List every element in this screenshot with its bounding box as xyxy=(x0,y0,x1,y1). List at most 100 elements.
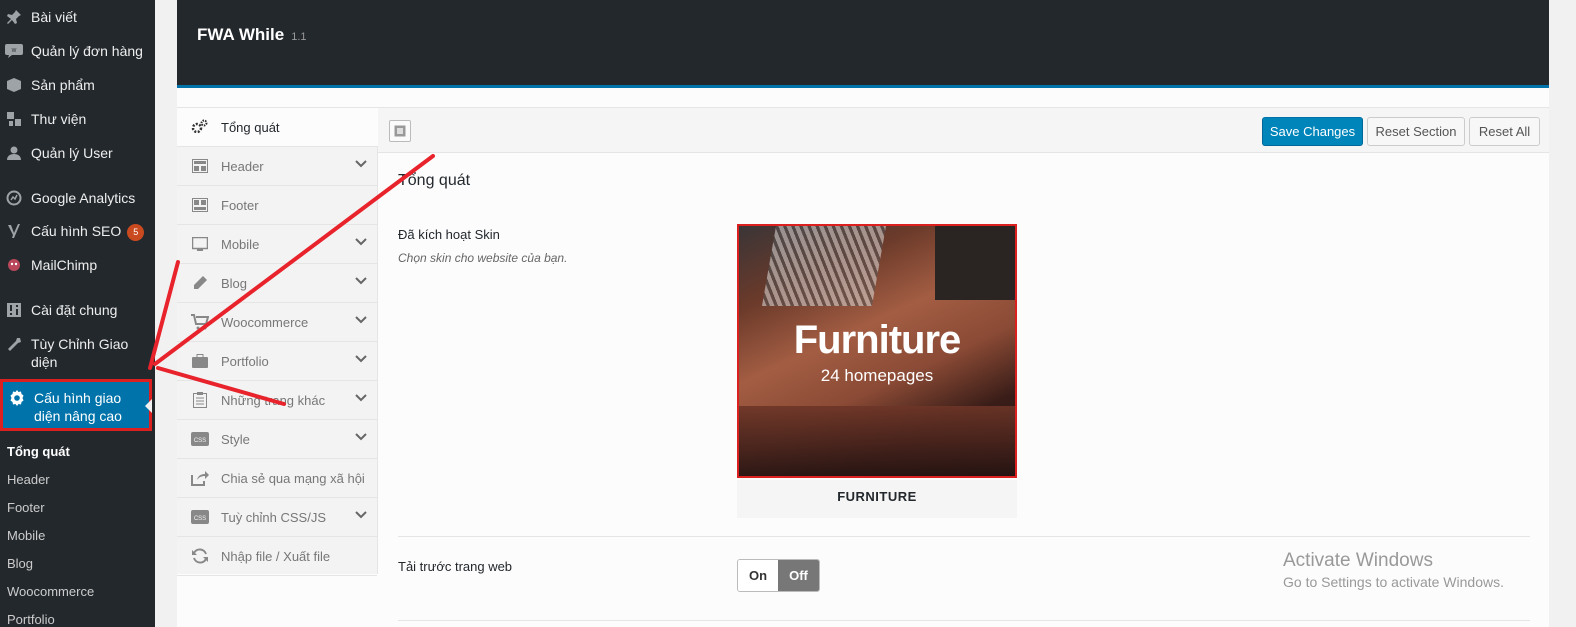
tab-mobile[interactable]: Mobile xyxy=(177,225,377,264)
submenu-item-portfolio[interactable]: Portfolio xyxy=(7,612,55,627)
field-divider xyxy=(398,536,1530,537)
options-panel: FWA While 1.1 Tổng quát Header Footer Mob… xyxy=(177,0,1549,627)
tab-other-pages[interactable]: Những trang khác xyxy=(177,381,377,420)
notification-badge: 5 xyxy=(127,224,145,241)
skin-image-sofa xyxy=(739,406,1015,476)
tab-label: Nhập file / Xuất file xyxy=(221,548,331,564)
svg-text:CSS: CSS xyxy=(194,516,206,522)
tab-portfolio[interactable]: Portfolio xyxy=(177,342,377,381)
submenu-item-header[interactable]: Header xyxy=(7,472,50,487)
menu-item-advanced-theme[interactable]: Cấu hình giao diện nâng cao xyxy=(0,379,152,431)
menu-label: Quản lý User xyxy=(31,145,113,161)
monitor-icon xyxy=(191,236,209,252)
menu-item-posts[interactable]: Bài viết xyxy=(0,8,155,26)
menu-item-media[interactable]: Thư viện xyxy=(0,110,155,128)
tab-label: Header xyxy=(221,158,264,174)
tab-label: Chia sẻ qua mạng xã hội xyxy=(221,470,365,486)
tab-header[interactable]: Header xyxy=(177,147,377,186)
tab-style[interactable]: CSS Style xyxy=(177,420,377,459)
tab-social-share[interactable]: Chia sẻ qua mạng xã hội xyxy=(177,459,377,498)
skin-caption: FURNITURE xyxy=(737,480,1017,518)
tab-label: Woocommerce xyxy=(221,314,309,330)
wrench-icon xyxy=(4,335,24,353)
tab-blog[interactable]: Blog xyxy=(177,264,377,303)
briefcase-icon xyxy=(191,353,209,369)
preload-toggle[interactable]: On Off xyxy=(737,559,820,592)
windows-watermark-title: Activate Windows xyxy=(1283,550,1433,571)
tab-custom-css-js[interactable]: CSS Tuỳ chỉnh CSS/JS xyxy=(177,498,377,537)
tab-import-export[interactable]: Nhập file / Xuất file xyxy=(177,537,377,576)
chevron-down-icon xyxy=(355,354,367,366)
menu-label: Cấu hình giao diện nâng cao xyxy=(34,390,122,424)
menu-label: Thư viện xyxy=(31,111,87,127)
tab-label: Tổng quát xyxy=(221,119,280,135)
tab-woocommerce[interactable]: Woocommerce xyxy=(177,303,377,342)
toggle-off-option[interactable]: Off xyxy=(778,560,819,591)
menu-item-customize[interactable]: Tùy Chỉnh Giao diện xyxy=(0,335,135,371)
woo-icon: W xyxy=(4,42,24,60)
tab-label: Những trang khác xyxy=(221,392,326,408)
chevron-down-icon xyxy=(355,276,367,288)
menu-item-users[interactable]: Quản lý User xyxy=(0,144,155,162)
reset-section-button[interactable]: Reset Section xyxy=(1367,117,1465,146)
field-divider xyxy=(398,620,1530,621)
pushpin-icon xyxy=(4,8,24,26)
css-icon: CSS xyxy=(191,509,209,525)
gear-icon xyxy=(7,389,27,407)
tab-label: Mobile xyxy=(221,236,260,252)
settings-sliders-icon xyxy=(4,301,24,319)
panel-title: FWA While xyxy=(197,25,285,44)
skin-image-subtitle: 24 homepages xyxy=(820,366,934,385)
tab-general[interactable]: Tổng quát xyxy=(177,108,378,147)
submenu-item-woocommerce[interactable]: Woocommerce xyxy=(7,584,94,599)
submenu-item-mobile[interactable]: Mobile xyxy=(7,528,45,543)
menu-item-products[interactable]: Sản phẩm xyxy=(0,76,155,94)
chevron-down-icon xyxy=(355,510,367,522)
menu-label: Tùy Chỉnh Giao diện xyxy=(31,336,129,370)
tab-label: Style xyxy=(221,431,250,447)
tab-footer[interactable]: Footer xyxy=(177,186,377,225)
submenu-item-footer[interactable]: Footer xyxy=(7,500,45,515)
reset-all-button[interactable]: Reset All xyxy=(1469,117,1540,146)
submenu-item-general[interactable]: Tổng quát xyxy=(7,444,70,459)
options-toolbar: Save Changes Reset Section Reset All xyxy=(378,107,1549,153)
pencil-icon xyxy=(191,275,209,291)
layout-footer-icon xyxy=(191,197,209,213)
mailchimp-icon xyxy=(4,256,24,274)
toggle-on-option[interactable]: On xyxy=(738,560,778,591)
menu-item-seo[interactable]: Cấu hình SEO 5 xyxy=(0,222,155,241)
options-tabs: Tổng quát Header Footer Mobile Blog Wooc… xyxy=(177,107,378,576)
panel-header: FWA While 1.1 xyxy=(177,0,1549,88)
menu-item-mailchimp[interactable]: MailChimp xyxy=(0,256,155,274)
skin-field-description: Chọn skin cho website của bạn. xyxy=(398,251,568,265)
panel-version: 1.1 xyxy=(291,31,307,43)
menu-item-analytics[interactable]: Google Analytics xyxy=(0,189,155,207)
analytics-icon xyxy=(4,189,24,207)
chevron-down-icon xyxy=(355,237,367,249)
submenu-item-blog[interactable]: Blog xyxy=(7,556,33,571)
gears-icon xyxy=(191,119,209,135)
tab-label: Blog xyxy=(221,275,248,291)
tab-label: Footer xyxy=(221,197,259,213)
menu-item-general-settings[interactable]: Cài đặt chung xyxy=(0,301,155,319)
svg-text:W: W xyxy=(12,48,17,54)
expand-options-button[interactable] xyxy=(389,120,411,142)
share-icon xyxy=(191,470,209,486)
yoast-icon xyxy=(4,222,24,240)
box-icon xyxy=(4,76,24,94)
page-scrollbar[interactable] xyxy=(1549,0,1576,627)
chevron-down-icon xyxy=(355,432,367,444)
admin-sidebar: Bài viết W Quản lý đơn hàng Sản phẩm Thư… xyxy=(0,0,155,627)
refresh-icon xyxy=(191,548,209,564)
menu-label: Bài viết xyxy=(31,9,77,25)
menu-item-orders[interactable]: W Quản lý đơn hàng xyxy=(0,42,155,60)
skin-field-label: Đã kích hoạt Skin xyxy=(398,227,500,242)
chevron-down-icon xyxy=(355,393,367,405)
tab-label: Tuỳ chỉnh CSS/JS xyxy=(221,509,327,525)
skin-preview-furniture[interactable]: Furniture 24 homepages xyxy=(737,224,1017,478)
css-icon: CSS xyxy=(191,431,209,447)
menu-label: Cấu hình SEO 5 xyxy=(31,222,145,241)
save-changes-button[interactable]: Save Changes xyxy=(1262,117,1363,146)
user-icon xyxy=(4,144,24,162)
svg-text:CSS: CSS xyxy=(194,438,206,444)
